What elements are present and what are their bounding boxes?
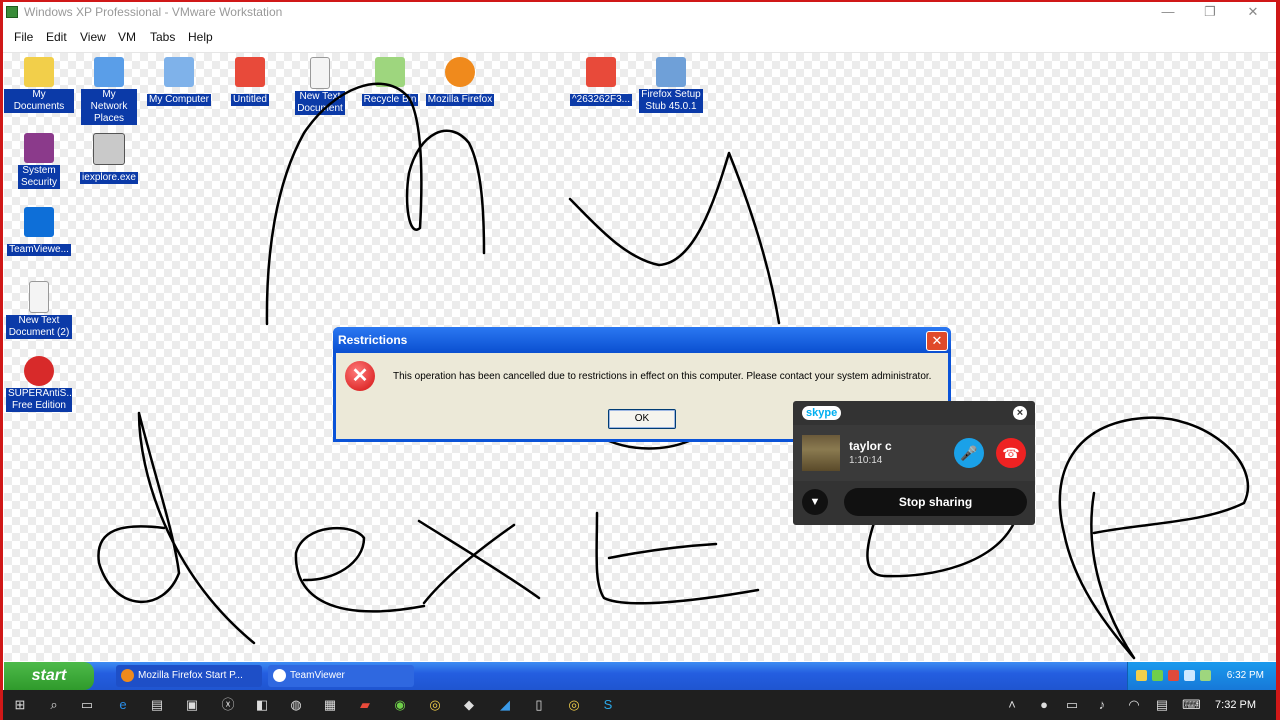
minimize-button[interactable]: — [1153, 4, 1183, 19]
menu-vm[interactable]: VM [118, 30, 136, 44]
app-tray-icon[interactable]: ● [1036, 697, 1052, 713]
store-icon[interactable]: ▣ [184, 697, 200, 713]
host-taskbar: ⊞ ⌕ ▭ e ▤ ▣ ⓧ ◧ ◍ ▦ ▰ ◉ ◎ ◆ ◢ ▯ ◎ S ˄ ● … [0, 690, 1280, 720]
chevron-up-icon[interactable]: ˄ [1004, 697, 1020, 713]
dialog-close-button[interactable]: ✕ [926, 331, 948, 351]
chrome-icon[interactable]: ◎ [427, 697, 443, 713]
error-icon: ✕ [345, 361, 375, 391]
scribble-stroke [607, 439, 691, 450]
menu-view[interactable]: View [80, 30, 106, 44]
vmware-app-icon [6, 6, 18, 18]
shield-icon[interactable] [1136, 670, 1147, 681]
chevron-down-icon[interactable]: ▼ [802, 489, 828, 515]
task-view-icon[interactable]: ▭ [79, 697, 95, 713]
volume-icon[interactable]: ♪ [1094, 697, 1110, 713]
host-clock: 7:32 PM [1215, 699, 1256, 711]
scribble-stroke [97, 411, 256, 645]
app-icon[interactable]: ▯ [531, 697, 547, 713]
scribble-stroke [568, 151, 781, 325]
skype-icon[interactable]: S [600, 697, 616, 713]
mute-microphone-icon[interactable]: 🎤 [954, 438, 984, 468]
dialog-title: Restrictions [338, 333, 408, 347]
scribble-stroke [1058, 416, 1250, 660]
teamviewer-tray-icon[interactable] [1184, 670, 1195, 681]
skype-close-icon[interactable]: × [1013, 406, 1027, 420]
dialog-titlebar: Restrictions ✕ [333, 327, 951, 353]
ok-button[interactable]: OK [608, 409, 676, 429]
teamviewer-icon [273, 669, 286, 682]
powerpoint-icon[interactable]: ▰ [357, 697, 373, 713]
xp-taskbar: start Mozilla Firefox Start P... TeamVie… [4, 662, 1276, 690]
app-icon[interactable]: ▦ [322, 697, 338, 713]
battery-icon[interactable]: ▭ [1064, 697, 1080, 713]
skype-call-panel: skype × taylor c 1:10:14 🎤 ☎ ▼ Stop shar… [793, 401, 1035, 525]
scribble-stroke [417, 519, 541, 605]
app-icon[interactable]: ◧ [254, 697, 270, 713]
app-icon[interactable]: ◉ [392, 697, 408, 713]
vmware-menubar: File Edit View VM Tabs Help [0, 22, 1280, 53]
window-title: Windows XP Professional - VMware Worksta… [24, 5, 283, 19]
hang-up-icon[interactable]: ☎ [996, 438, 1026, 468]
app-icon[interactable]: ◢ [497, 697, 513, 713]
system-tray: 6:32 PM [1127, 662, 1276, 690]
edge-icon[interactable]: e [115, 697, 131, 713]
caller-name: taylor c [849, 439, 892, 453]
call-duration: 1:10:14 [849, 455, 883, 466]
menu-tabs[interactable]: Tabs [150, 30, 175, 44]
update-icon[interactable] [1200, 670, 1211, 681]
menu-help[interactable]: Help [188, 30, 213, 44]
firefox-icon [121, 669, 134, 682]
maximize-button[interactable]: ❐ [1195, 4, 1225, 20]
wifi-icon[interactable]: ◠ [1126, 697, 1142, 713]
xp-clock: 6:32 PM [1226, 670, 1264, 681]
window-border [0, 0, 3, 720]
skype-call-row: taylor c 1:10:14 🎤 ☎ [793, 425, 1035, 481]
search-icon[interactable]: ⌕ [46, 697, 62, 713]
app-icon[interactable]: ◆ [461, 697, 477, 713]
windows-start-icon[interactable]: ⊞ [12, 697, 28, 713]
file-explorer-icon[interactable]: ▤ [149, 697, 165, 713]
scribble-stroke [595, 511, 760, 605]
close-window-button[interactable]: ✕ [1238, 4, 1268, 20]
scribble-stroke [866, 521, 1016, 578]
dialog-message: This operation has been cancelled due to… [393, 371, 932, 382]
security-icon[interactable] [1168, 670, 1179, 681]
stop-sharing-button[interactable]: Stop sharing [844, 488, 1027, 516]
start-button[interactable]: start [4, 662, 94, 690]
vmware-titlebar: Windows XP Professional - VMware Worksta… [0, 0, 1280, 22]
xbox-icon[interactable]: ⓧ [220, 697, 236, 713]
window-border [1276, 0, 1280, 720]
taskbar-item-teamviewer[interactable]: TeamViewer [268, 665, 414, 687]
skype-logo: skype [802, 406, 842, 420]
scribble-stroke [265, 82, 486, 326]
menu-edit[interactable]: Edit [46, 30, 67, 44]
notification-icon[interactable]: ▤ [1154, 697, 1170, 713]
taskbar-item-firefox[interactable]: Mozilla Firefox Start P... [116, 665, 262, 687]
app-icon[interactable]: ◍ [288, 697, 304, 713]
keyboard-icon[interactable]: ⌨ [1182, 697, 1201, 713]
menu-file[interactable]: File [14, 30, 33, 44]
chrome-icon[interactable]: ◎ [566, 697, 582, 713]
network-icon[interactable] [1152, 670, 1163, 681]
avatar [802, 435, 840, 471]
scribble-stroke [294, 526, 426, 613]
